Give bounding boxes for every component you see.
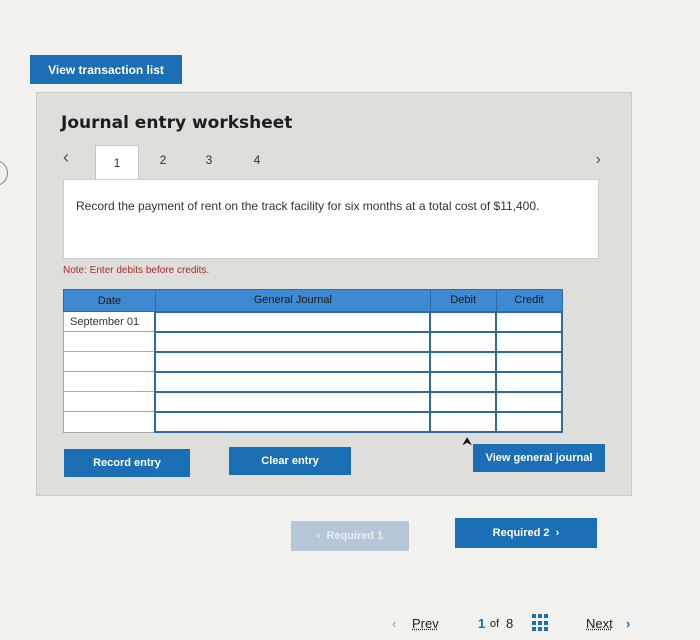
worksheet-title: Journal entry worksheet bbox=[61, 113, 293, 133]
chevron-left-icon: ‹ bbox=[392, 616, 397, 631]
credit-input[interactable] bbox=[495, 350, 563, 373]
debit-input[interactable] bbox=[429, 410, 498, 434]
debit-input[interactable] bbox=[429, 350, 498, 373]
footer-nav: ‹ Prev 1 of 8 Next › bbox=[0, 600, 700, 640]
current-page: 1 bbox=[478, 616, 486, 631]
table-row bbox=[63, 370, 563, 393]
required-2-label: Required 2 bbox=[492, 527, 550, 539]
clear-entry-button[interactable]: Clear entry bbox=[229, 447, 351, 475]
header-debit: Debit bbox=[429, 289, 497, 312]
date-cell[interactable]: September 01 bbox=[63, 310, 156, 333]
tab-1[interactable]: 1 bbox=[95, 145, 139, 179]
date-cell[interactable] bbox=[63, 371, 156, 393]
edge-arc bbox=[0, 160, 8, 186]
tab-3[interactable]: 3 bbox=[187, 145, 231, 175]
header-general-journal: General Journal bbox=[154, 289, 431, 312]
prev-link[interactable]: Prev bbox=[412, 616, 439, 631]
date-cell[interactable] bbox=[63, 391, 156, 413]
account-input[interactable] bbox=[154, 410, 432, 434]
question-text: Record the payment of rent on the track … bbox=[76, 199, 540, 213]
required-2-button[interactable]: Required 2 › bbox=[455, 518, 597, 548]
credit-input[interactable] bbox=[495, 370, 563, 393]
mouse-cursor-icon: ⮝ bbox=[462, 434, 473, 448]
table-row bbox=[63, 390, 563, 413]
next-link[interactable]: Next bbox=[586, 616, 613, 631]
account-input[interactable] bbox=[154, 350, 432, 373]
date-cell[interactable] bbox=[63, 351, 156, 373]
table-row bbox=[63, 330, 563, 353]
credit-input[interactable] bbox=[495, 390, 563, 413]
account-input[interactable] bbox=[154, 330, 432, 353]
debit-input[interactable] bbox=[429, 390, 498, 413]
credit-input[interactable] bbox=[495, 310, 563, 333]
record-entry-button[interactable]: Record entry bbox=[64, 449, 190, 477]
view-general-journal-button[interactable]: View general journal bbox=[473, 444, 605, 472]
question-box: Record the payment of rent on the track … bbox=[63, 179, 599, 259]
debit-input[interactable] bbox=[429, 370, 498, 393]
chevron-left-icon[interactable]: ‹ bbox=[63, 147, 69, 168]
tab-2[interactable]: 2 bbox=[141, 145, 185, 175]
tab-4[interactable]: 4 bbox=[235, 145, 279, 175]
table-row bbox=[63, 350, 563, 373]
required-1-label: Required 1 bbox=[326, 530, 384, 542]
date-cell[interactable] bbox=[63, 411, 156, 433]
view-transaction-list-button[interactable]: View transaction list bbox=[30, 55, 182, 84]
required-1-button[interactable]: ‹ Required 1 bbox=[291, 521, 409, 551]
credit-input[interactable] bbox=[495, 410, 563, 434]
debit-input[interactable] bbox=[429, 310, 498, 333]
debit-input[interactable] bbox=[429, 330, 498, 353]
account-input[interactable] bbox=[154, 390, 432, 413]
header-date: Date bbox=[63, 289, 156, 312]
chevron-right-icon: › bbox=[549, 527, 560, 539]
table-row bbox=[63, 410, 563, 434]
grid-icon[interactable] bbox=[532, 614, 550, 632]
chevron-left-icon: ‹ bbox=[316, 530, 327, 542]
general-journal-table: Date General Journal Debit Credit Septem… bbox=[63, 289, 563, 434]
journal-entry-worksheet: Journal entry worksheet ‹ 1 2 3 4 › Reco… bbox=[36, 92, 632, 496]
account-input[interactable] bbox=[154, 370, 432, 393]
note-text: Note: Enter debits before credits. bbox=[63, 265, 210, 276]
chevron-right-icon[interactable]: › bbox=[596, 151, 601, 169]
account-input[interactable] bbox=[154, 310, 432, 333]
page-of: of bbox=[490, 618, 500, 630]
header-credit: Credit bbox=[495, 289, 563, 312]
chevron-right-icon: › bbox=[626, 616, 631, 631]
date-cell[interactable] bbox=[63, 331, 156, 353]
total-pages: 8 bbox=[506, 616, 514, 631]
table-row: September 01 bbox=[63, 310, 563, 333]
credit-input[interactable] bbox=[495, 330, 563, 353]
